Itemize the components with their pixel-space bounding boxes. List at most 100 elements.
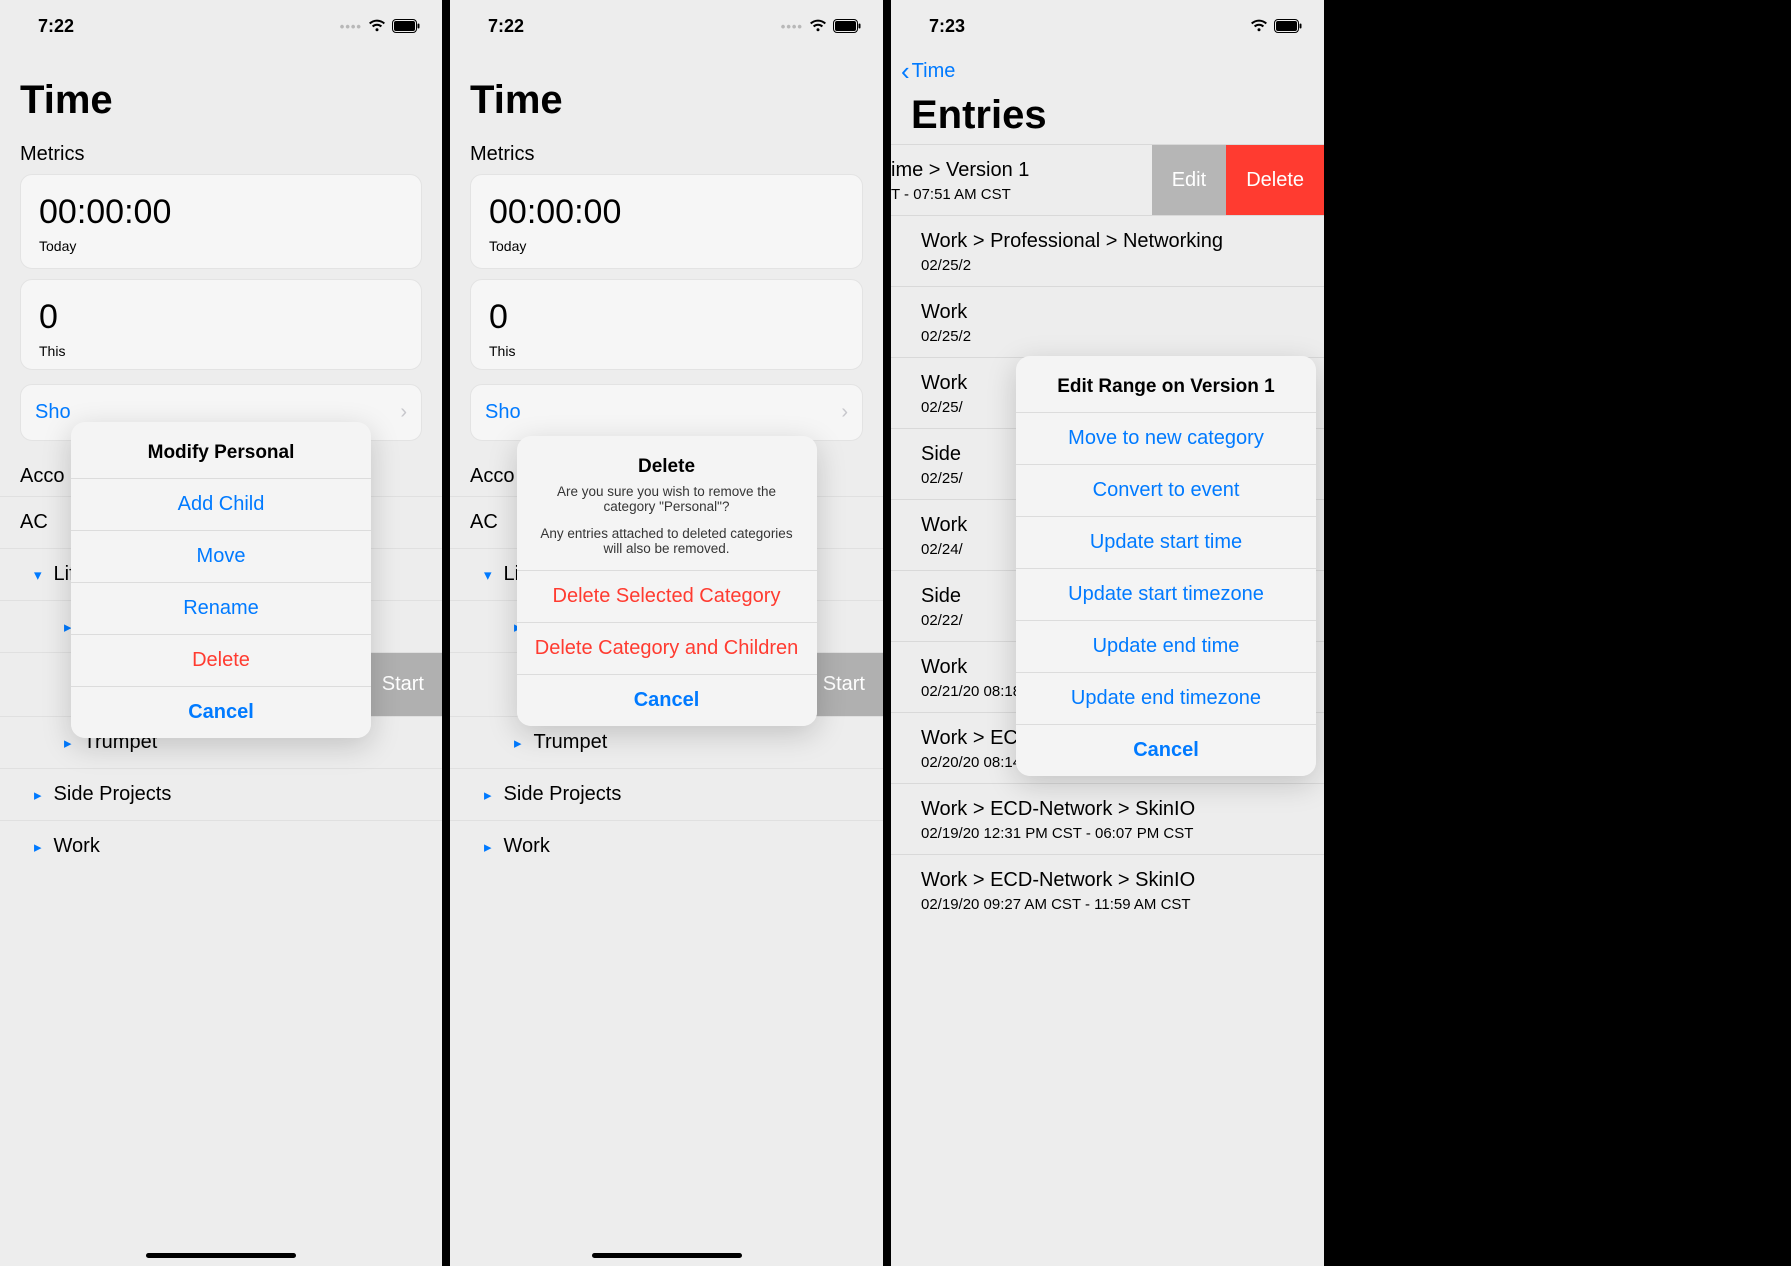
status-time: 7:22	[488, 16, 524, 37]
status-bar: 7:22 ••••	[0, 0, 442, 38]
sheet-message-1: Are you sure you wish to remove the cate…	[517, 484, 817, 522]
metrics-card-this[interactable]: 0 This	[470, 279, 863, 370]
update-end-time-button[interactable]: Update end time	[1016, 620, 1316, 672]
entry-sub: 02/19/20 12:31 PM CST - 06:07 PM CST	[921, 825, 1306, 842]
metrics-card-today[interactable]: 00:00:00 Today	[470, 174, 863, 269]
status-right: ••••	[340, 19, 420, 34]
chevron-right-icon: ›	[841, 401, 848, 424]
modify-sheet: Modify Personal Add Child Move Rename De…	[71, 422, 371, 738]
move-category-button[interactable]: Move to new category	[1016, 412, 1316, 464]
status-bar: 7:22 ••••	[450, 0, 883, 38]
delete-selected-button[interactable]: Delete Selected Category	[517, 570, 817, 622]
wifi-icon	[809, 19, 827, 33]
back-button[interactable]: Time	[912, 60, 956, 83]
move-button[interactable]: Move	[71, 530, 371, 582]
screen-delete-confirm: 7:22 •••• Time Metrics 00:00:00 Today 0 …	[442, 0, 883, 1266]
entry-title: Work > ECD-Network > SkinIO	[921, 869, 1306, 892]
status-right: ••••	[781, 19, 861, 34]
entry-row[interactable]: Work > Professional > Networking 02/25/2	[891, 215, 1324, 286]
entry-content: ime > Version 1 T - 07:51 AM CST	[891, 145, 1152, 215]
timer-value: 00:00:00	[39, 193, 403, 232]
start-button[interactable]: Start	[364, 653, 442, 716]
metrics-card-this[interactable]: 0 This	[20, 279, 422, 370]
timer-value: 00:00:00	[489, 193, 844, 232]
swipe-delete-button[interactable]: Delete	[1226, 145, 1324, 215]
entry-sub: 02/25/2	[921, 328, 1306, 345]
status-right	[1250, 19, 1302, 33]
swipe-edit-button[interactable]: Edit	[1152, 145, 1226, 215]
entry-title: Work > ECD-Network > SkinIO	[921, 798, 1306, 821]
category-side-projects[interactable]: Side Projects	[450, 768, 883, 820]
sheet-message-2: Any entries attached to deleted categori…	[517, 522, 817, 570]
category-work[interactable]: Work	[450, 820, 883, 872]
chevron-right-icon	[484, 786, 492, 804]
entry-row[interactable]: Work > ECD-Network > SkinIO 02/19/20 12:…	[891, 783, 1324, 854]
sheet-title: Edit Range on Version 1	[1016, 356, 1316, 412]
chevron-right-icon	[64, 734, 72, 752]
show-label: Sho	[485, 401, 521, 424]
page-title: Time	[0, 38, 442, 129]
add-child-button[interactable]: Add Child	[71, 478, 371, 530]
chevron-down-icon	[484, 566, 492, 584]
entry-row[interactable]: Work > ECD-Network > SkinIO 02/19/20 09:…	[891, 854, 1324, 925]
update-start-tz-button[interactable]: Update start timezone	[1016, 568, 1316, 620]
chevron-right-icon	[34, 786, 42, 804]
page-title: Entries	[891, 87, 1324, 144]
metrics-label: Metrics	[450, 129, 883, 174]
edit-range-sheet: Edit Range on Version 1 Move to new cate…	[1016, 356, 1316, 776]
entry-title: ime > Version 1	[891, 159, 1142, 182]
show-more-row[interactable]: Sho ›	[470, 384, 863, 441]
battery-icon	[1274, 19, 1302, 33]
battery-icon	[392, 19, 420, 33]
timer-sub2: This	[39, 343, 403, 359]
delete-sheet: Delete Are you sure you wish to remove t…	[517, 436, 817, 726]
chevron-down-icon	[34, 566, 42, 584]
entry-sub: 02/19/20 09:27 AM CST - 11:59 AM CST	[921, 896, 1306, 913]
entry-title: Work > Professional > Networking	[921, 230, 1306, 253]
timer-value2: 0	[489, 298, 844, 337]
entry-title: Work	[921, 301, 1306, 324]
entry-sub: T - 07:51 AM CST	[891, 186, 1142, 203]
screen-entries: 7:23 ‹ Time Entries ime > Version 1 T - …	[883, 0, 1324, 1266]
metrics-card-today[interactable]: 00:00:00 Today	[20, 174, 422, 269]
chevron-right-icon	[34, 838, 42, 856]
cancel-button[interactable]: Cancel	[1016, 724, 1316, 776]
screen-modify-personal: 7:22 •••• Time Metrics 00:00:00 Today 0 …	[0, 0, 442, 1266]
status-bar: 7:23	[891, 0, 1324, 38]
nav-bar: ‹ Time	[891, 38, 1324, 87]
entry-row-swiped[interactable]: ime > Version 1 T - 07:51 AM CST Edit De…	[891, 144, 1324, 215]
home-indicator	[146, 1253, 296, 1258]
update-end-tz-button[interactable]: Update end timezone	[1016, 672, 1316, 724]
entry-row[interactable]: Work 02/25/2	[891, 286, 1324, 357]
sheet-title: Delete	[517, 436, 817, 484]
sheet-title: Modify Personal	[71, 422, 371, 478]
timer-sub: Today	[489, 238, 844, 254]
battery-icon	[833, 19, 861, 33]
chevron-right-icon	[484, 838, 492, 856]
update-start-time-button[interactable]: Update start time	[1016, 516, 1316, 568]
page-title: Time	[450, 38, 883, 129]
timer-value2: 0	[39, 298, 403, 337]
timer-sub: Today	[39, 238, 403, 254]
delete-with-children-button[interactable]: Delete Category and Children	[517, 622, 817, 674]
convert-event-button[interactable]: Convert to event	[1016, 464, 1316, 516]
chevron-right-icon: ›	[400, 401, 407, 424]
entry-sub: 02/25/2	[921, 257, 1306, 274]
chevron-right-icon	[514, 734, 522, 752]
rename-button[interactable]: Rename	[71, 582, 371, 634]
cancel-button[interactable]: Cancel	[517, 674, 817, 726]
status-time: 7:22	[38, 16, 74, 37]
show-label: Sho	[35, 401, 71, 424]
signal-dots: ••••	[781, 19, 803, 34]
category-side-projects[interactable]: Side Projects	[0, 768, 442, 820]
signal-dots: ••••	[340, 19, 362, 34]
category-work[interactable]: Work	[0, 820, 442, 872]
cancel-button[interactable]: Cancel	[71, 686, 371, 738]
status-time: 7:23	[929, 16, 965, 37]
metrics-label: Metrics	[0, 129, 442, 174]
delete-button[interactable]: Delete	[71, 634, 371, 686]
back-chevron-icon[interactable]: ‹	[901, 56, 910, 87]
wifi-icon	[1250, 19, 1268, 33]
timer-sub2: This	[489, 343, 844, 359]
wifi-icon	[368, 19, 386, 33]
